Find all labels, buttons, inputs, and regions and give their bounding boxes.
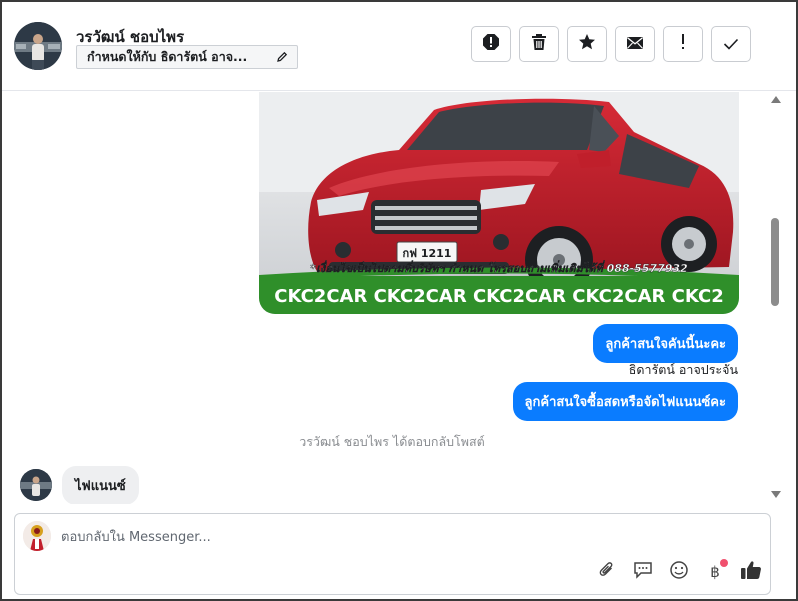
attach-button[interactable] (596, 561, 618, 583)
composer-tools: ฿ (596, 559, 762, 583)
contact-avatar[interactable] (14, 22, 62, 70)
follow-up-button[interactable] (663, 26, 703, 62)
reply-composer: ฿ (14, 513, 771, 595)
outgoing-message[interactable]: ลูกค้าสนใจคันนี้นะคะ (593, 324, 738, 363)
thumbs-up-icon (740, 560, 762, 584)
system-notice: วรวัฒน์ ชอบไพร ได้ตอบกลับโพสต์ (299, 434, 485, 449)
conversation-actions (471, 26, 751, 62)
conversation-header: วรวัฒน์ ชอบไพร กำหนดให้กับ ธิดารัตน์ อาจ… (2, 2, 796, 91)
emoji-button[interactable] (668, 561, 690, 583)
scroll-down-arrow-icon[interactable] (771, 491, 781, 498)
page-avatar (23, 521, 51, 551)
pencil-icon (275, 50, 289, 64)
license-plate: กฟ 1211 (403, 247, 452, 260)
delete-button[interactable] (519, 26, 559, 62)
saved-replies-button[interactable] (632, 561, 654, 583)
like-button[interactable] (740, 561, 762, 583)
contact-avatar-small (20, 469, 52, 501)
checkmark-icon (723, 35, 739, 54)
scroll-thumb[interactable] (771, 218, 779, 306)
assign-dropdown[interactable]: กำหนดให้กับ ธิดารัตน์ อาจ... (76, 45, 298, 69)
reply-input[interactable] (61, 526, 741, 548)
star-icon (578, 33, 596, 55)
image-banner: CKC2CAR CKC2CAR CKC2CAR CKC2CAR CKC2 (274, 286, 724, 307)
image-caption: *เงื่อนไขเป็นไปตามที่บริษัทฯ กำหนด โทรสอ… (310, 260, 688, 275)
scroll-up-arrow-icon[interactable] (771, 96, 781, 103)
thread-scrollbar[interactable] (768, 92, 782, 504)
assign-label: กำหนดให้กับ ธิดารัตน์ อาจ... (87, 49, 248, 64)
outgoing-message[interactable]: ลูกค้าสนใจซื้อสดหรือจัดไฟแนนซ์คะ (512, 382, 738, 421)
spam-icon (482, 33, 500, 55)
chat-bubble-icon (633, 561, 653, 583)
star-button[interactable] (567, 26, 607, 62)
trash-icon (531, 33, 547, 55)
mark-done-button[interactable] (711, 26, 751, 62)
baht-icon: ฿ (710, 563, 720, 581)
sender-name: ธิดารัตน์ อาจประจัน (628, 362, 738, 377)
notification-dot (720, 559, 728, 567)
paperclip-icon (598, 561, 616, 583)
emoji-icon (669, 560, 689, 584)
payment-button[interactable]: ฿ (704, 559, 728, 583)
car-photo-message[interactable]: กฟ 1211 *เงื่อนไขเป็นไปตามที่บริษัทฯ กำห… (259, 92, 739, 314)
mark-unread-button[interactable] (615, 26, 655, 62)
exclamation-icon (680, 34, 686, 54)
incoming-message[interactable]: ไฟแนนซ์ (62, 466, 139, 504)
message-thread[interactable]: กฟ 1211 *เงื่อนไขเป็นไปตามที่บริษัทฯ กำห… (2, 92, 782, 504)
mark-spam-button[interactable] (471, 26, 511, 62)
envelope-icon (626, 35, 644, 54)
